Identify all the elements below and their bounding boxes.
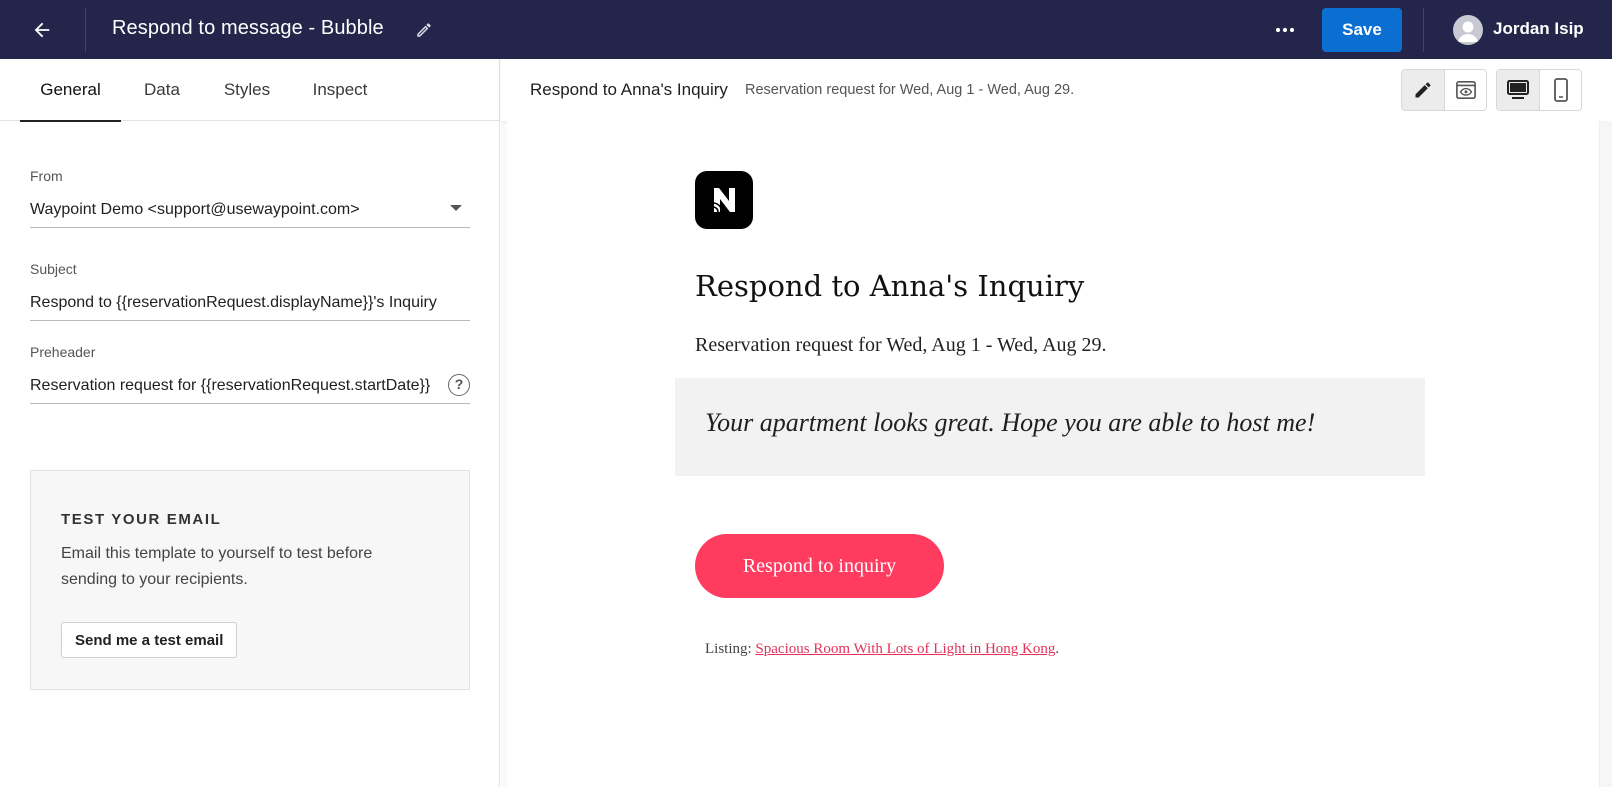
eye-icon	[1455, 81, 1476, 99]
pencil-icon	[1415, 82, 1431, 98]
test-email-description: Email this template to yourself to test …	[61, 545, 373, 588]
subject-label: Subject	[30, 261, 77, 277]
preheader-row: ?	[30, 368, 470, 404]
from-input[interactable]	[30, 192, 430, 227]
test-email-title: TEST YOUR EMAIL	[61, 511, 222, 528]
subject-field: Subject	[30, 261, 470, 321]
help-circle-icon[interactable]: ?	[448, 374, 470, 396]
email-preview: Respond to Anna's Inquiry Reservation re…	[507, 121, 1599, 787]
preview-subtitle: Reservation request for Wed, Aug 1 - Wed…	[745, 82, 1075, 98]
pencil-icon	[417, 23, 431, 37]
preheader-input[interactable]	[30, 368, 444, 403]
user-name[interactable]: Jordan Isip	[1493, 19, 1584, 39]
email-subheading: Reservation request for Wed, Aug 1 - Wed…	[695, 334, 1107, 356]
preview-title: Respond to Anna's Inquiry	[530, 80, 728, 99]
mobile-view-button[interactable]	[1539, 70, 1581, 110]
from-label: From	[30, 168, 63, 184]
preview-area: Respond to Anna's Inquiry Reservation re…	[501, 59, 1612, 787]
mobile-icon	[1553, 78, 1568, 102]
tab-bar: General Data Styles Inspect	[0, 59, 500, 122]
preheader-label: Preheader	[30, 344, 96, 360]
desktop-view-button[interactable]	[1497, 70, 1539, 110]
rename-button[interactable]	[412, 18, 436, 42]
device-toggle	[1496, 69, 1582, 111]
message-quote: Your apartment looks great. Hope you are…	[675, 378, 1425, 476]
tab-general[interactable]: General	[20, 59, 121, 122]
divider	[1423, 8, 1424, 52]
preview-mode-button[interactable]	[1444, 70, 1486, 110]
divider	[85, 8, 86, 52]
respond-to-inquiry-button[interactable]: Respond to inquiry	[695, 534, 944, 598]
test-email-card: TEST YOUR EMAIL Email this template to y…	[30, 470, 470, 690]
avatar[interactable]	[1453, 15, 1483, 45]
email-heading: Respond to Anna's Inquiry	[695, 269, 1085, 303]
scroll-track[interactable]	[1599, 121, 1612, 787]
edit-mode-button[interactable]	[1402, 70, 1444, 110]
chevron-down-icon[interactable]	[450, 205, 462, 211]
top-bar: Respond to message - Bubble Save Jordan …	[0, 0, 1612, 59]
logo-mark	[712, 188, 735, 213]
tab-data[interactable]: Data	[132, 59, 192, 121]
listing-link[interactable]: Spacious Room With Lots of Light in Hong…	[755, 641, 1055, 657]
tab-inspect[interactable]: Inspect	[300, 59, 380, 121]
user-avatar-icon	[1458, 21, 1478, 42]
desktop-icon	[1507, 80, 1529, 99]
settings-panel: General Data Styles Inspect From Subject…	[0, 59, 500, 787]
more-options-button[interactable]	[1268, 14, 1302, 46]
listing-suffix: .	[1055, 641, 1060, 657]
brand-logo-icon	[695, 171, 753, 229]
back-button[interactable]	[24, 13, 60, 47]
page-title: Respond to message - Bubble	[112, 17, 384, 39]
send-test-email-button[interactable]: Send me a test email	[61, 622, 238, 658]
from-select[interactable]	[30, 192, 470, 228]
from-field: From	[30, 168, 470, 228]
preheader-field: Preheader ?	[30, 344, 470, 404]
listing-line: Listing: Spacious Room With Lots of Ligh…	[705, 641, 1059, 658]
mode-toggle	[1401, 69, 1487, 111]
more-horizontal-icon	[1275, 27, 1295, 33]
listing-prefix: Listing:	[705, 641, 756, 657]
subject-input[interactable]	[30, 285, 470, 320]
save-button[interactable]: Save	[1322, 8, 1402, 52]
tab-styles[interactable]: Styles	[212, 59, 282, 121]
back-arrow-icon	[34, 22, 50, 38]
quote-text: Your apartment looks great. Hope you are…	[705, 408, 1316, 437]
subject-row	[30, 285, 470, 321]
preview-header: Respond to Anna's Inquiry Reservation re…	[501, 59, 1612, 121]
